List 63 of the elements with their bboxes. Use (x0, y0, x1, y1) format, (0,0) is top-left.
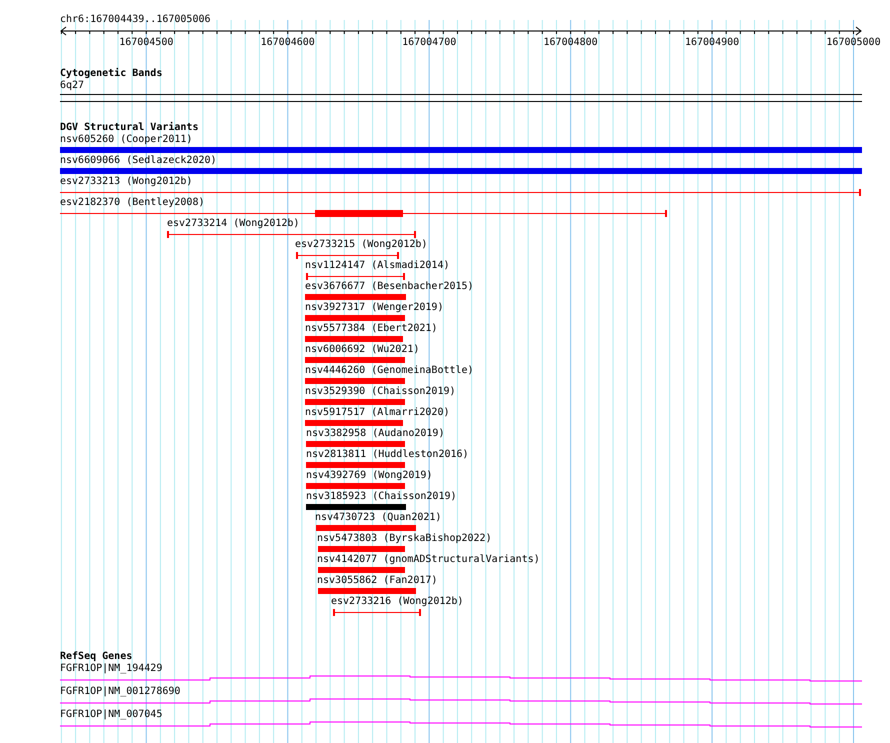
tick-label: 167004700 (402, 37, 456, 48)
variant-label[interactable]: nsv3927317 (Wenger2019) (305, 302, 444, 313)
variant-span[interactable] (167, 231, 416, 238)
track-title: DGV Structural Variants (60, 122, 198, 134)
variant-label[interactable]: nsv4446260 (GenomeinaBottle) (305, 365, 474, 376)
variant-label[interactable]: nsv3382958 (Audano2019) (306, 428, 444, 439)
variant-label[interactable]: nsv1124147 (Alsmadi2014) (305, 260, 450, 271)
variant-label[interactable]: esv2733214 (Wong2012b) (167, 218, 300, 229)
variant-span[interactable] (60, 210, 667, 217)
variant-label[interactable]: nsv605260 (Cooper2011) (60, 134, 192, 145)
variant-bar[interactable] (305, 336, 403, 342)
variant-bar[interactable] (316, 525, 416, 531)
gene-label[interactable]: FGFR1OP|NM_007045 (60, 709, 162, 720)
variant-bar[interactable] (60, 147, 862, 153)
variant-label[interactable]: esv2733216 (Wong2012b) (331, 596, 464, 607)
variant-label[interactable]: esv2733213 (Wong2012b) (60, 176, 192, 187)
variant-bar[interactable] (60, 168, 862, 174)
variant-label[interactable]: nsv3055862 (Fan2017) (317, 575, 438, 586)
variant-span[interactable] (333, 609, 421, 616)
variant-bar[interactable] (305, 378, 405, 384)
variant-label[interactable]: nsv6609066 (Sedlazeck2020) (60, 155, 217, 166)
variant-bar[interactable] (306, 462, 405, 468)
variant-label[interactable]: nsv6006692 (Wu2021) (305, 344, 420, 355)
gene-label[interactable]: FGFR1OP|NM_001278690 (60, 686, 180, 697)
variant-label[interactable]: nsv5473803 (ByrskaBishop2022) (317, 533, 492, 544)
variant-label[interactable]: esv2182370 (Bentley2008) (60, 197, 204, 208)
variant-label[interactable]: nsv3185923 (Chaisson2019) (306, 491, 457, 502)
variant-span[interactable] (306, 273, 405, 280)
variant-label[interactable]: esv3676677 (Besenbacher2015) (305, 281, 474, 292)
track-title: RefSeq Genes (60, 651, 132, 663)
tick-label: 167005000 (826, 37, 881, 48)
variant-span[interactable] (296, 252, 399, 259)
variant-bar[interactable] (305, 420, 403, 426)
location-text: chr6:167004439..167005006 (60, 14, 212, 26)
variant-bar[interactable] (306, 483, 405, 489)
variant-label[interactable]: nsv3529390 (Chaisson2019) (305, 386, 456, 397)
band-label: 6q27 (60, 80, 86, 92)
tick-label: 167004800 (544, 37, 598, 48)
variant-label[interactable]: nsv2813811 (Huddleston2016) (306, 449, 469, 460)
variant-bar[interactable] (318, 588, 416, 594)
variant-bar[interactable] (318, 567, 405, 573)
variant-label[interactable]: nsv4730723 (Quan2021) (315, 512, 442, 523)
variant-bar[interactable] (318, 546, 405, 552)
gene-model-drawing[interactable] (60, 722, 862, 728)
variant-label[interactable]: esv2733215 (Wong2012b) (295, 239, 428, 250)
gene-model-drawing[interactable] (60, 698, 862, 704)
variant-label[interactable]: nsv5577384 (Ebert2021) (305, 323, 438, 334)
variant-bar[interactable] (305, 294, 406, 300)
gene-model-drawing[interactable] (60, 676, 862, 682)
variant-bar[interactable] (305, 399, 405, 405)
tick-label: 167004900 (684, 37, 740, 48)
variant-label[interactable]: nsv4142077 (gnomADStructuralVariants) (317, 554, 540, 565)
variant-bar[interactable] (306, 504, 406, 510)
tick-label: 167004600 (260, 37, 315, 48)
track-title: Cytogenetic Bands (60, 68, 162, 80)
variant-bar[interactable] (305, 357, 405, 363)
gene-label[interactable]: FGFR1OP|NM_194429 (60, 663, 162, 674)
variant-label[interactable]: nsv4392769 (Wong2019) (306, 470, 432, 481)
variant-label[interactable]: nsv5917517 (Almarri2020) (305, 407, 450, 418)
variant-bar[interactable] (305, 315, 405, 321)
tick-label: 167004500 (119, 37, 174, 48)
variant-span[interactable] (60, 189, 861, 196)
variant-bar[interactable] (306, 441, 405, 447)
